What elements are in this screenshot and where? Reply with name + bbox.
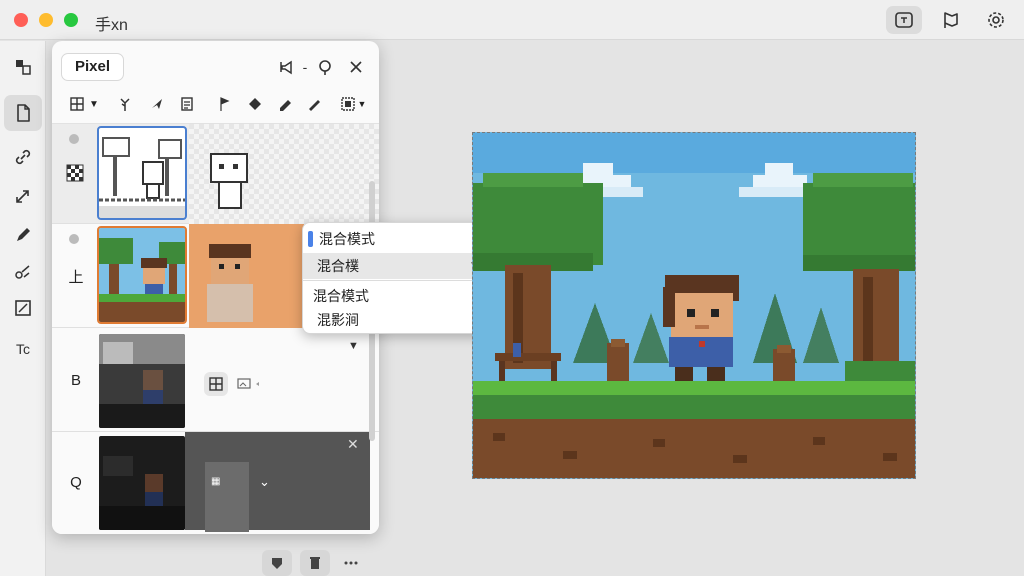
more-button[interactable] (336, 550, 366, 576)
shield-button[interactable] (262, 550, 292, 576)
brush-tool[interactable] (304, 93, 326, 115)
panel-title: Pixel (61, 53, 125, 81)
frame-icon (895, 12, 913, 28)
pencil-icon (17, 228, 30, 241)
frame-button[interactable] (886, 6, 922, 34)
brush-icon (309, 100, 320, 111)
layer-option-button[interactable] (234, 376, 264, 392)
search-button[interactable] (313, 56, 337, 78)
checker-icon (66, 164, 84, 187)
layer-preview: ▦ ⌄ ✕ (185, 432, 370, 532)
chevron-down-icon: ▼ (89, 98, 99, 110)
layer-thumbnail (97, 226, 187, 324)
document-icon (17, 104, 30, 122)
select-button[interactable] (4, 254, 42, 290)
layers-toggle-icon (16, 60, 31, 75)
link-button[interactable] (4, 139, 42, 175)
trash-icon (310, 557, 320, 569)
blend-mode-header[interactable]: 混合模式 ⌄ (303, 226, 489, 252)
blend-mode-selected[interactable]: 混合樸 ▼ (303, 253, 489, 279)
layer-thumbnail (99, 436, 185, 530)
blend-mode-option[interactable]: 混影涧 (303, 307, 489, 333)
grid-icon: ▦ (211, 476, 221, 487)
visibility-toggle[interactable] (69, 134, 79, 144)
diamond-tool[interactable] (244, 93, 266, 115)
tree-tool[interactable] (114, 93, 136, 115)
crop-icon (15, 300, 31, 316)
app-title: 手xn (95, 17, 128, 34)
layer-label: 上 (68, 269, 84, 286)
title-bar: 手xn (0, 0, 1024, 40)
canvas[interactable] (472, 132, 916, 479)
layer-mask-button[interactable] (204, 372, 228, 396)
blend-mode-selected-label: 混合樸 (317, 258, 359, 274)
minimize-window-button[interactable] (39, 13, 53, 27)
arrow-tool[interactable] (146, 93, 168, 115)
transform-icon (16, 190, 29, 203)
layer-thumbnail (97, 126, 187, 220)
doc-icon (181, 97, 193, 111)
shield-icon (272, 558, 282, 569)
close-window-button[interactable] (14, 13, 28, 27)
accent-marker (308, 231, 313, 247)
pattern-icon (340, 97, 355, 111)
tree-icon (120, 98, 130, 111)
close-icon (350, 61, 362, 73)
flag-tool[interactable] (214, 93, 234, 115)
image-icon (237, 378, 259, 389)
blend-mode-popup: 混合模式 ⌄ 混合樸 ▼ 混合模式 混影涧 (302, 222, 490, 334)
delete-layer-button[interactable] (300, 550, 330, 576)
divider (303, 280, 489, 281)
chevron-down-icon[interactable]: ▼ (348, 340, 359, 352)
grid-icon (209, 377, 223, 391)
layer-preview (189, 224, 304, 328)
link-icon (15, 149, 31, 165)
pencil-button[interactable] (4, 217, 42, 253)
layers-toggle-button[interactable] (4, 49, 42, 85)
eraser-tool[interactable] (274, 93, 296, 115)
speaker-icon (280, 60, 292, 75)
layer-label: Q (70, 474, 82, 491)
document-button[interactable] (4, 95, 42, 131)
eraser-icon (280, 100, 291, 111)
text-tool-button[interactable]: Tc (4, 331, 42, 367)
blend-mode-header-label: 混合模式 (319, 231, 375, 247)
close-panel-button[interactable] (345, 56, 367, 78)
zoom-window-button[interactable] (64, 13, 78, 27)
audio-button[interactable] (274, 56, 302, 78)
doc-tool[interactable] (176, 93, 198, 115)
grid-icon (70, 97, 84, 111)
chevron-down-icon[interactable]: ⌄ (259, 474, 270, 490)
visibility-toggle[interactable] (69, 234, 79, 244)
tool-rail: Tc (0, 41, 46, 576)
panel-toolbar: ▼ ▼ (52, 90, 379, 118)
chevron-down-icon: ▼ (357, 99, 367, 109)
crop-button[interactable] (4, 290, 42, 326)
arrow-icon (152, 99, 162, 109)
search-icon (319, 60, 331, 75)
layer-row-sketch[interactable] (52, 124, 379, 224)
layer-preview (189, 124, 379, 224)
layer-row-dark[interactable]: Q ▦ ⌄ ✕ (52, 432, 379, 534)
settings-button[interactable] (978, 6, 1014, 34)
grid-dropdown[interactable]: ▼ (64, 93, 104, 115)
flag-button[interactable] (933, 6, 969, 34)
layer-label: B (70, 372, 81, 389)
more-icon (344, 561, 358, 565)
pattern-dropdown[interactable]: ▼ (336, 93, 370, 115)
close-icon[interactable]: ✕ (347, 436, 359, 453)
diamond-icon (249, 98, 261, 110)
transform-button[interactable] (4, 178, 42, 214)
layer-row-shadow[interactable]: B ▼ (52, 328, 379, 432)
gear-icon (988, 12, 1004, 28)
flag-icon (220, 97, 230, 111)
blend-mode-option[interactable]: 混合模式 (303, 283, 489, 309)
select-icon (15, 265, 30, 279)
header-dash: - (302, 59, 308, 75)
flag-icon (944, 12, 958, 28)
pixel-art-scene (473, 133, 915, 478)
layer-thumbnail (99, 334, 185, 428)
